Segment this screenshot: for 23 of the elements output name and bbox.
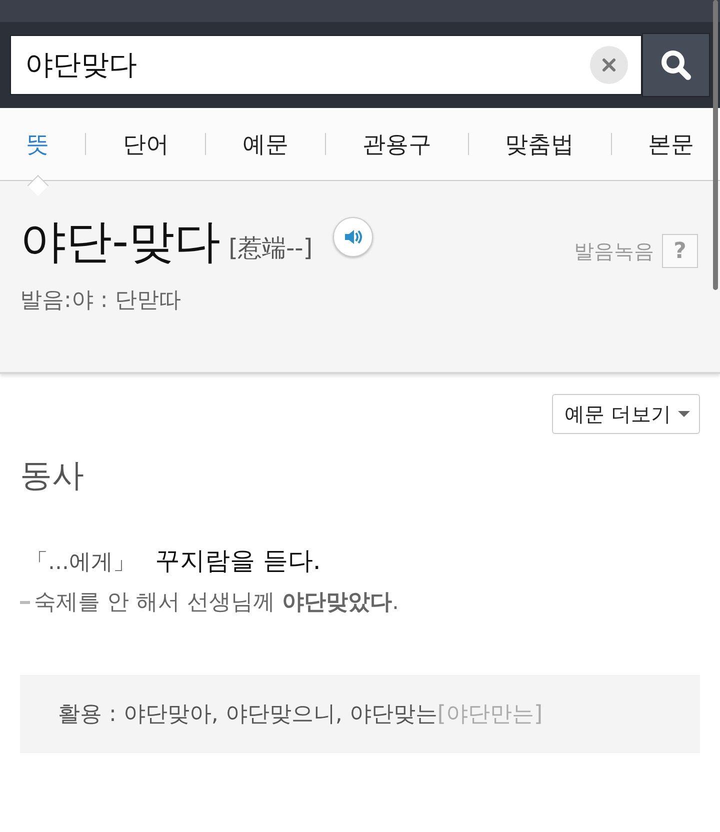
tab[interactable]: 관용구 — [358, 122, 436, 166]
search-field[interactable]: 야단맞다 — [10, 35, 642, 95]
tab[interactable]: 본문 — [644, 122, 698, 166]
conjugation-text: 활용 : 야단맞아, 야단맞으니, 야단맞는 — [58, 701, 438, 729]
record-label: 발음녹음 — [574, 238, 654, 264]
hanja-text: [惹端--] — [228, 233, 313, 264]
tab[interactable]: 단어 — [118, 122, 173, 166]
sense-pattern: 「...에게」 — [26, 549, 135, 577]
example-sentence: 숙제를 안 해서 선생님께 야단맞았다. — [34, 589, 399, 617]
more-examples-dropdown[interactable]: 예문 더보기 — [552, 394, 700, 434]
search-button[interactable] — [642, 33, 710, 97]
bullet-mark — [20, 600, 30, 604]
caret-icon — [677, 410, 691, 418]
tab[interactable]: 예문 — [238, 122, 293, 166]
pronunciation: 발음:야 : 단맏따 — [20, 287, 182, 315]
speaker-button[interactable] — [332, 217, 373, 257]
definition: 꾸지람을 듣다. — [154, 545, 321, 577]
part-of-speech: 동사 — [20, 455, 85, 496]
scrollbar[interactable] — [713, 0, 718, 290]
tab[interactable]: 맞춤법 — [501, 122, 578, 166]
tab[interactable]: 뜻 — [22, 122, 53, 166]
headword: 야단-맞다 — [20, 213, 221, 270]
conjugation-variant: [야단만는] — [437, 701, 543, 729]
